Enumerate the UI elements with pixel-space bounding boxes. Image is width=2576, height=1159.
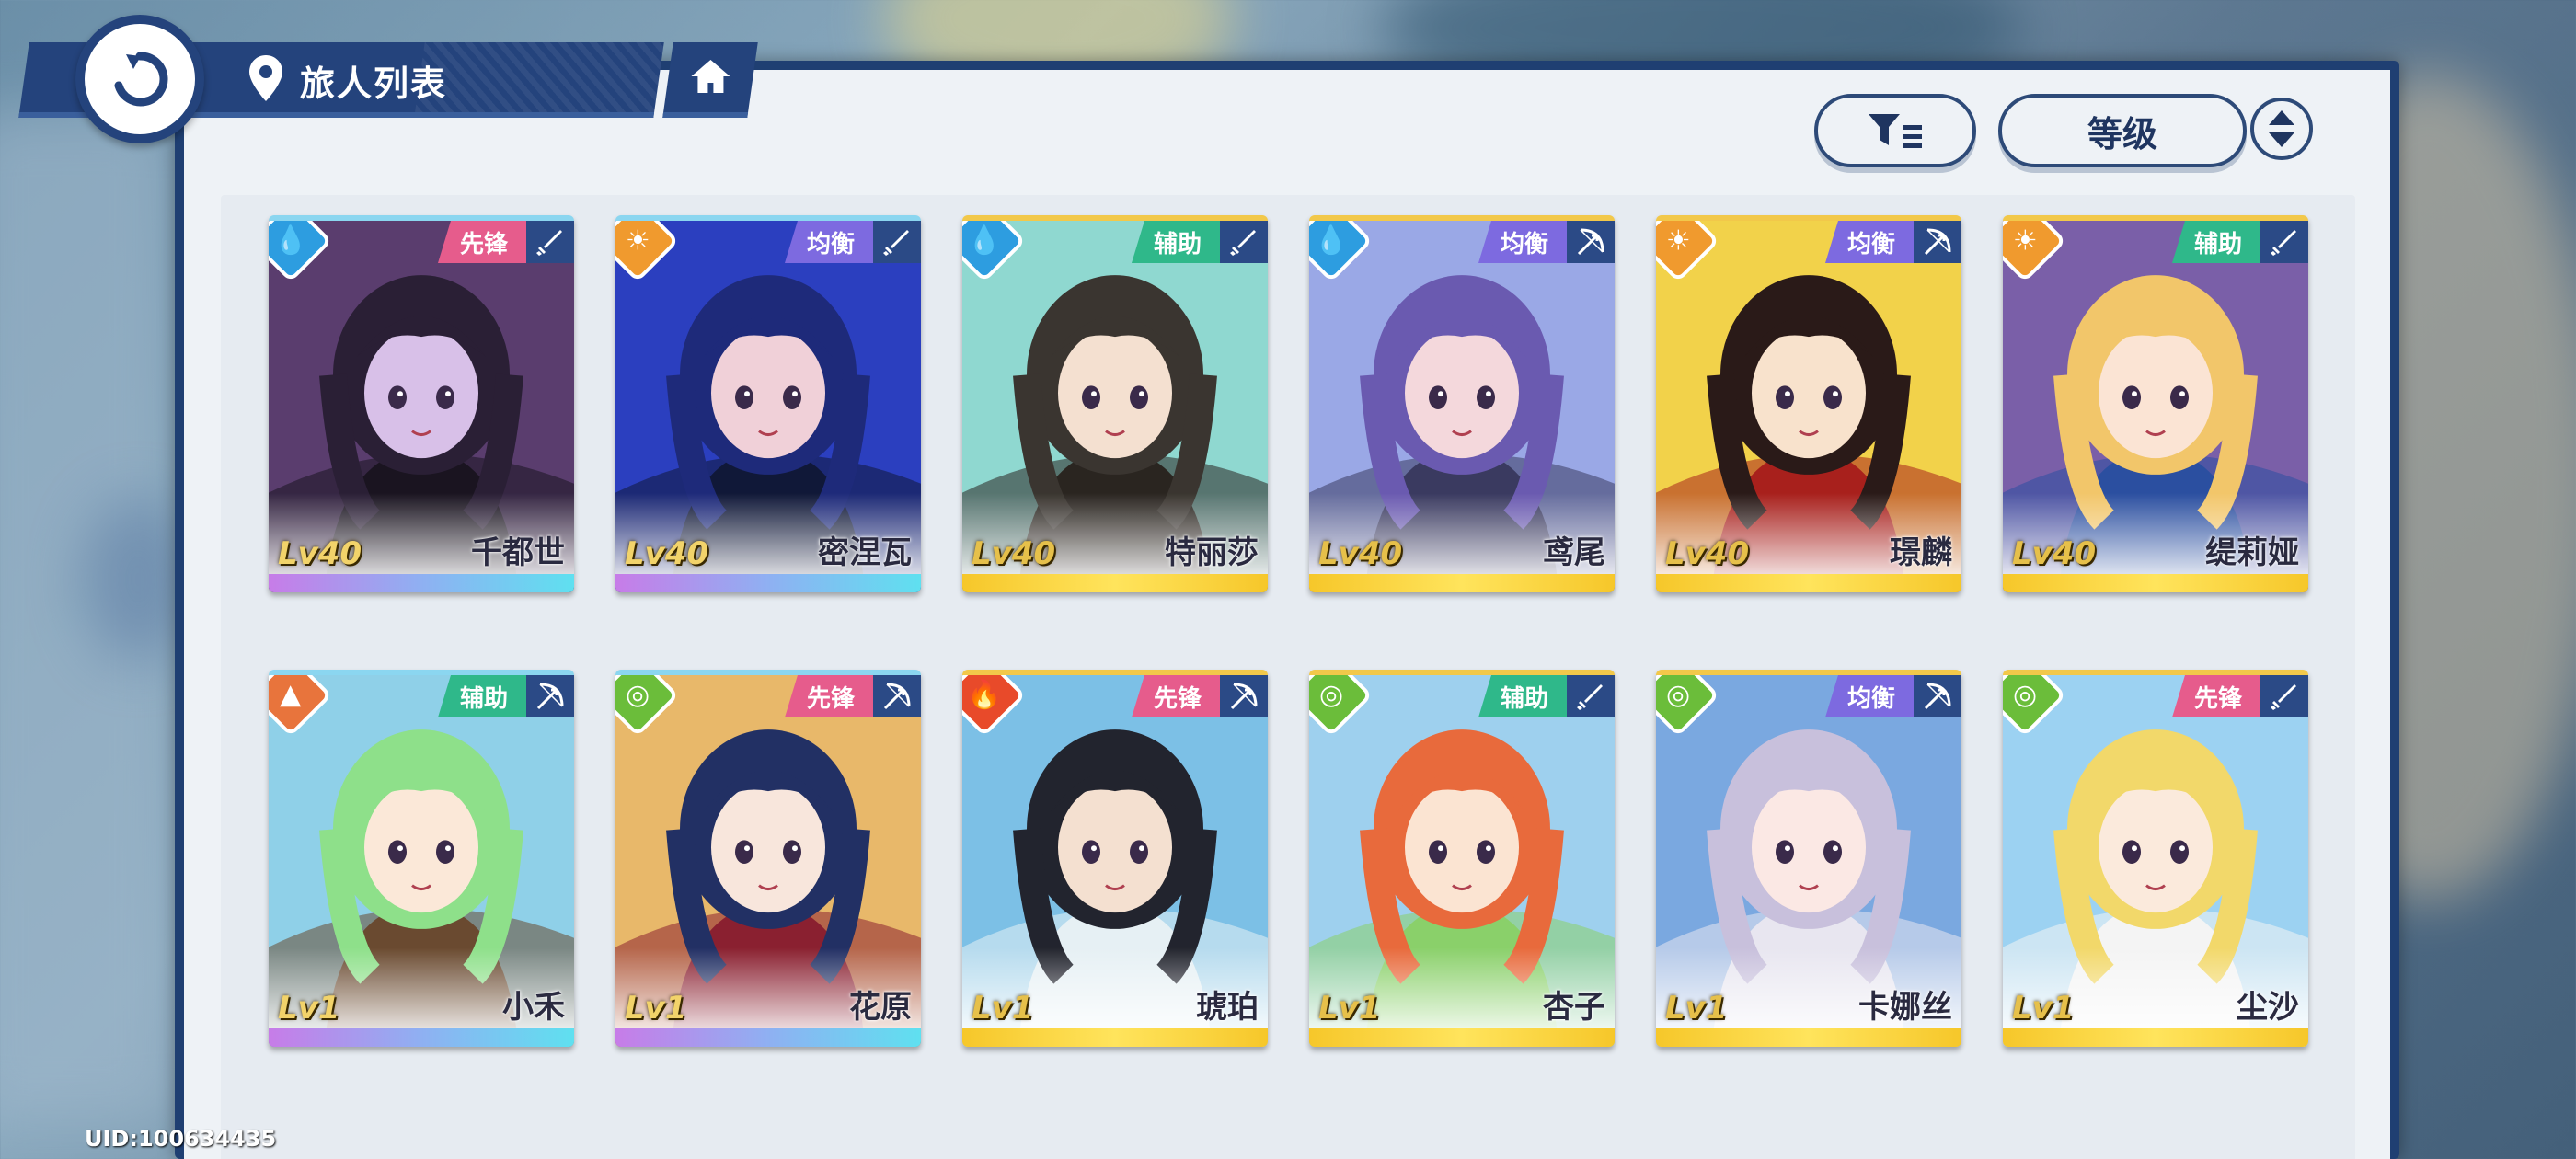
character-level: Lv40 [1318,535,1403,572]
character-level: Lv40 [2012,535,2097,572]
rarity-bar [615,574,921,592]
role-tag: 先锋 [784,675,873,717]
character-level: Lv1 [1318,990,1381,1027]
bow-weapon-icon [873,675,921,717]
bow-weapon-icon [1914,675,1961,717]
character-name: 琥珀 [1196,989,1259,1026]
character-level: Lv1 [625,990,687,1027]
rarity-bar [2003,1028,2308,1047]
sort-order-icon [2269,110,2294,147]
rarity-bar [1309,1028,1615,1047]
character-name: 小禾 [502,989,565,1026]
rarity-bar [1309,574,1615,592]
role-tag: 辅助 [2171,221,2260,263]
bow-weapon-icon [1567,221,1615,263]
character-name: 花原 [849,989,912,1026]
rarity-bar [269,1028,574,1047]
user-id: UID:100634435 [85,1126,277,1152]
character-name: 特丽莎 [1165,534,1259,571]
character-level: Lv1 [972,990,1034,1027]
character-card[interactable]: 🔥 先锋 Lv1 琥珀 [962,670,1268,1047]
page-title-group: 旅人列表 [247,48,447,112]
role-tag: 先锋 [1131,675,1220,717]
bow-weapon-icon [1220,675,1268,717]
rarity-bar [1656,574,1961,592]
role-tag: 均衡 [784,221,873,263]
sword-weapon-icon [1220,221,1268,263]
character-card[interactable]: 💧 均衡 Lv40 鸢尾 [1309,215,1615,592]
character-level: Lv1 [2012,990,2075,1027]
role-tag: 辅助 [1478,675,1567,717]
character-name: 鸢尾 [1543,534,1605,571]
page-title: 旅人列表 [300,63,448,104]
character-level: Lv1 [1665,990,1728,1027]
rarity-bar [962,574,1268,592]
character-card[interactable]: ◎ 均衡 Lv1 卡娜丝 [1656,670,1961,1047]
bow-weapon-icon [1914,221,1961,263]
role-tag: 先锋 [2171,675,2260,717]
character-level: Lv40 [625,535,709,572]
role-tag: 先锋 [437,221,526,263]
sort-order-button[interactable] [2250,98,2313,160]
role-tag: 均衡 [1478,221,1567,263]
sort-by-button[interactable]: 等级 [1998,94,2247,167]
character-card[interactable]: ☀ 均衡 Lv40 璟麟 [1656,215,1961,592]
rarity-bar [615,1028,921,1047]
character-level: Lv40 [972,535,1056,572]
sword-weapon-icon [2260,221,2308,263]
character-card[interactable]: ▲ 辅助 Lv1 小禾 [269,670,574,1047]
character-level: Lv40 [1665,535,1750,572]
rarity-bar [2003,574,2308,592]
character-card[interactable]: ◎ 辅助 Lv1 杏子 [1309,670,1615,1047]
rarity-bar [269,574,574,592]
location-pin-icon [247,53,285,107]
character-card[interactable]: ☀ 辅助 Lv40 缇莉娅 [2003,215,2308,592]
sword-weapon-icon [2260,675,2308,717]
rarity-bar [962,1028,1268,1047]
character-level: Lv1 [278,990,340,1027]
filter-button[interactable] [1814,94,1976,167]
character-level: Lv40 [278,535,362,572]
role-tag: 均衡 [1824,675,1914,717]
filter-icon [1869,114,1922,148]
character-name: 千都世 [471,534,565,571]
role-tag: 辅助 [1131,221,1220,263]
role-tag: 辅助 [437,675,526,717]
character-name: 尘沙 [2237,989,2299,1026]
sword-weapon-icon [1567,675,1615,717]
character-card[interactable]: ☀ 均衡 Lv40 密涅瓦 [615,215,921,592]
home-icon [691,60,730,93]
back-arrow-icon [85,24,195,134]
character-card[interactable]: 💧 辅助 Lv40 特丽莎 [962,215,1268,592]
character-name: 璟麟 [1890,534,1952,571]
sword-weapon-icon [526,221,574,263]
back-button[interactable] [75,15,204,143]
bow-weapon-icon [526,675,574,717]
character-card[interactable]: 💧 先锋 Lv40 千都世 [269,215,574,592]
rarity-bar [1656,1028,1961,1047]
character-card[interactable]: ◎ 先锋 Lv1 花原 [615,670,921,1047]
character-name: 缇莉娅 [2205,534,2299,571]
character-card[interactable]: ◎ 先锋 Lv1 尘沙 [2003,670,2308,1047]
home-button[interactable] [662,42,758,118]
character-name: 杏子 [1543,989,1605,1026]
character-name: 密涅瓦 [818,534,912,571]
role-tag: 均衡 [1824,221,1914,263]
character-name: 卡娜丝 [1858,989,1952,1026]
sword-weapon-icon [873,221,921,263]
